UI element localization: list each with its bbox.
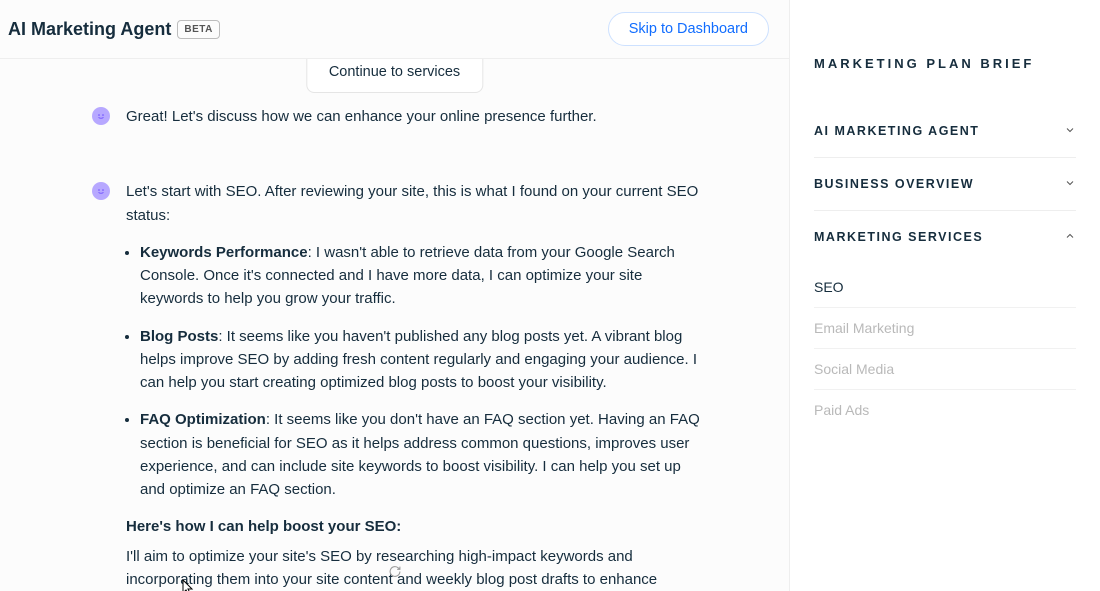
service-item-paid-ads[interactable]: Paid Ads [814, 390, 1076, 430]
refresh-icon[interactable] [388, 565, 401, 581]
accordion-ai-marketing-agent[interactable]: AI MARKETING AGENT [814, 105, 1076, 157]
bullet-item: FAQ Optimization: It seems like you don'… [140, 408, 701, 501]
header: AI Marketing Agent BETA Skip to Dashboar… [0, 0, 789, 59]
service-item-seo[interactable]: SEO [814, 267, 1076, 308]
help-body: I'll aim to optimize your site's SEO by … [126, 545, 701, 591]
accordion-marketing-services[interactable]: MARKETING SERVICES [814, 211, 1076, 263]
agent-avatar-icon [92, 182, 110, 200]
message-intro: Let's start with SEO. After reviewing yo… [126, 180, 701, 227]
skip-to-dashboard-button[interactable]: Skip to Dashboard [608, 12, 769, 46]
sidebar-title: MARKETING PLAN BRIEF [814, 56, 1076, 71]
help-heading: Here's how I can help boost your SEO: [126, 518, 401, 535]
service-item-social-media[interactable]: Social Media [814, 349, 1076, 390]
chevron-up-icon [1064, 229, 1076, 245]
chat-area: Continue to services Great! Let's discus… [0, 59, 789, 591]
chat-message: Let's start with SEO. After reviewing yo… [92, 180, 701, 591]
message-text: Great! Let's discuss how we can enhance … [126, 105, 701, 128]
page-title: AI Marketing Agent [8, 19, 171, 40]
bullet-item: Keywords Performance: I wasn't able to r… [140, 241, 701, 311]
accordion-business-overview[interactable]: BUSINESS OVERVIEW [814, 158, 1076, 210]
chevron-down-icon [1064, 176, 1076, 192]
continue-to-services-button[interactable]: Continue to services [306, 59, 483, 93]
bullet-item: Blog Posts: It seems like you haven't pu… [140, 325, 701, 395]
beta-badge: BETA [177, 20, 219, 39]
chat-message: Great! Let's discuss how we can enhance … [92, 105, 701, 134]
sidebar: MARKETING PLAN BRIEF AI MARKETING AGENT … [790, 0, 1100, 591]
chevron-down-icon [1064, 123, 1076, 139]
service-item-email-marketing[interactable]: Email Marketing [814, 308, 1076, 349]
agent-avatar-icon [92, 107, 110, 125]
